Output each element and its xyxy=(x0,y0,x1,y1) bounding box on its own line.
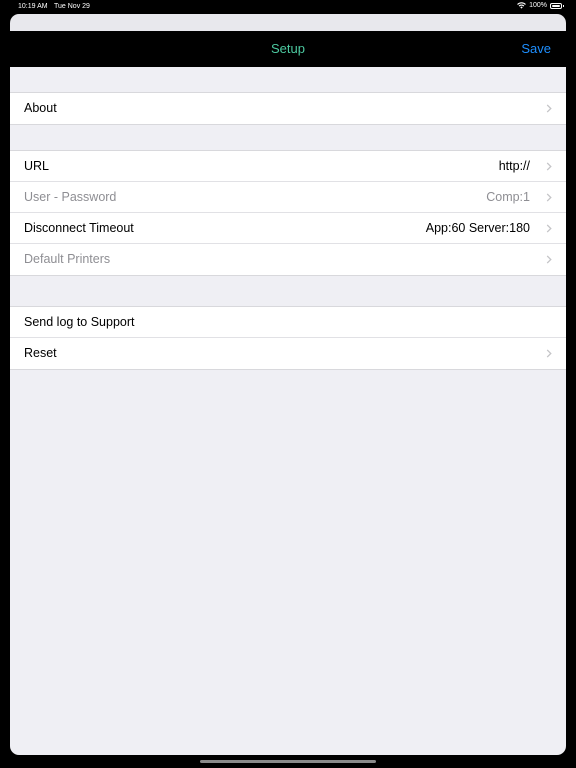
battery-percent: 100% xyxy=(529,2,547,9)
group-support: Send log to Support Reset xyxy=(10,306,566,370)
row-value: http:// xyxy=(498,159,530,173)
status-indicators: 100% xyxy=(517,2,564,9)
save-button[interactable]: Save xyxy=(521,31,551,67)
row-user-password[interactable]: User - Password Comp:1 xyxy=(10,182,566,213)
group-about: About xyxy=(10,92,566,125)
settings-list[interactable]: About URL http:// User - Password Comp:1… xyxy=(10,67,566,755)
row-label: Disconnect Timeout xyxy=(24,221,134,235)
chevron-right-icon xyxy=(546,224,552,233)
row-reset[interactable]: Reset xyxy=(10,338,566,369)
row-about[interactable]: About xyxy=(10,93,566,124)
row-label: Default Printers xyxy=(24,252,111,266)
chevron-right-icon xyxy=(546,162,552,171)
chevron-right-icon xyxy=(546,193,552,202)
chevron-right-icon xyxy=(546,104,552,113)
chevron-right-icon xyxy=(546,255,552,264)
row-label: Reset xyxy=(24,346,57,360)
row-disconnect-timeout[interactable]: Disconnect Timeout App:60 Server:180 xyxy=(10,213,566,244)
row-label: About xyxy=(24,101,57,115)
home-indicator xyxy=(200,760,376,763)
status-date: Tue Nov 29 xyxy=(54,3,90,10)
navigation-bar: Setup Save xyxy=(10,31,566,67)
row-label: User - Password xyxy=(24,190,117,204)
group-connection: URL http:// User - Password Comp:1 Disco… xyxy=(10,150,566,276)
chevron-right-icon xyxy=(546,349,552,358)
row-send-log[interactable]: Send log to Support xyxy=(10,307,566,338)
status-time: 10:19 AM xyxy=(18,3,48,10)
row-label: URL xyxy=(24,159,50,173)
status-bar: 10:19 AM Tue Nov 29 100% xyxy=(0,0,576,14)
row-url[interactable]: URL http:// xyxy=(10,151,566,182)
row-default-printers[interactable]: Default Printers xyxy=(10,244,566,275)
row-label: Send log to Support xyxy=(24,315,135,329)
row-value: Comp:1 xyxy=(486,190,530,204)
row-value: App:60 Server:180 xyxy=(425,221,530,235)
page-title: Setup xyxy=(271,41,305,56)
battery-icon xyxy=(550,2,564,9)
wifi-icon xyxy=(517,2,526,9)
